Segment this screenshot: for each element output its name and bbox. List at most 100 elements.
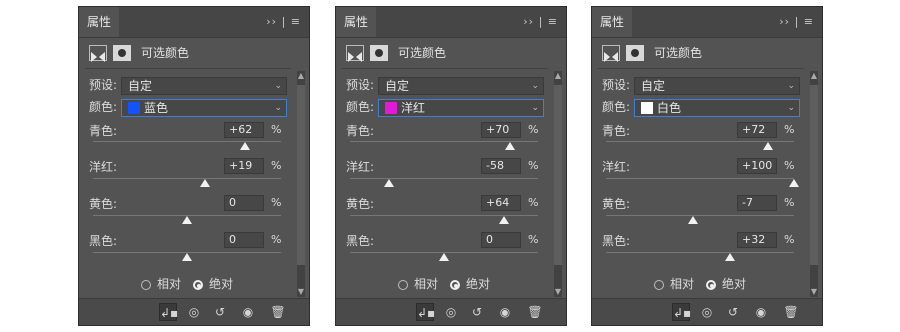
scrollbar[interactable]: ▲ ▼ bbox=[554, 71, 562, 297]
delete-trash-icon[interactable]: 🗑 bbox=[526, 303, 544, 321]
magenta-slider-thumb[interactable] bbox=[199, 179, 210, 187]
panel-menu-controls[interactable]: ›› | ≡ bbox=[523, 7, 558, 37]
black-input[interactable]: 0 bbox=[224, 232, 264, 248]
reset-icon[interactable]: ↺ bbox=[724, 303, 742, 321]
preset-value: 自定 bbox=[641, 79, 666, 93]
colors-select[interactable]: 洋红 ⌄ bbox=[378, 99, 544, 117]
preset-label: 预设: bbox=[346, 78, 375, 92]
percent-sign: % bbox=[784, 159, 795, 172]
preset-select[interactable]: 自定 ⌄ bbox=[634, 77, 800, 95]
scroll-down-icon[interactable]: ▼ bbox=[297, 287, 305, 297]
radio-absolute-label: 绝对 bbox=[466, 277, 491, 291]
scroll-thumb[interactable] bbox=[297, 85, 305, 265]
colors-select[interactable]: 蓝色 ⌄ bbox=[121, 99, 287, 117]
magenta-input[interactable]: -58 bbox=[481, 158, 521, 174]
preset-value: 自定 bbox=[128, 79, 153, 93]
black-slider-thumb[interactable] bbox=[725, 253, 736, 261]
scrollbar[interactable]: ▲ ▼ bbox=[297, 71, 305, 297]
radio-absolute-dot[interactable] bbox=[193, 280, 203, 290]
cyan-slider-thumb[interactable] bbox=[240, 142, 251, 150]
magenta-input[interactable]: +100 bbox=[737, 158, 777, 174]
preset-select[interactable]: 自定 ⌄ bbox=[378, 77, 544, 95]
yellow-input[interactable]: 0 bbox=[224, 195, 264, 211]
panel-menu-controls[interactable]: ›› | ≡ bbox=[779, 7, 814, 37]
radio-absolute-dot[interactable] bbox=[706, 280, 716, 290]
preset-select[interactable]: 自定 ⌄ bbox=[121, 77, 287, 95]
delete-trash-icon[interactable]: 🗑 bbox=[269, 303, 287, 321]
adjustment-layer-icon[interactable] bbox=[89, 45, 107, 62]
radio-relative[interactable]: 相对 bbox=[141, 277, 181, 291]
radio-relative-dot[interactable] bbox=[141, 280, 151, 290]
view-previous-icon[interactable]: ◎ bbox=[442, 303, 460, 321]
reset-icon[interactable]: ↺ bbox=[211, 303, 229, 321]
visibility-eye-icon[interactable]: ◉ bbox=[752, 303, 770, 321]
black-input[interactable]: 0 bbox=[481, 232, 521, 248]
radio-absolute-dot[interactable] bbox=[450, 280, 460, 290]
cyan-slider-thumb[interactable] bbox=[504, 142, 515, 150]
properties-panel-1: 属性 ›› | ≡ 可选颜色 ▲ ▼ 预设: 自定 ⌄ 颜色: 蓝色 ⌄ 青色:… bbox=[78, 6, 310, 326]
chevron-down-icon: ⌄ bbox=[531, 81, 539, 91]
clip-to-layer-icon[interactable]: ↲▪ bbox=[159, 303, 178, 321]
black-slider-thumb[interactable] bbox=[182, 253, 192, 261]
radio-absolute[interactable]: 绝对 bbox=[706, 277, 746, 291]
colors-select[interactable]: 白色 ⌄ bbox=[634, 99, 800, 117]
yellow-slider-thumb[interactable] bbox=[499, 216, 510, 224]
radio-relative-dot[interactable] bbox=[654, 280, 664, 290]
view-previous-icon[interactable]: ◎ bbox=[698, 303, 716, 321]
layer-mask-icon[interactable] bbox=[370, 45, 388, 61]
black-slider-track[interactable] bbox=[606, 252, 794, 253]
yellow-slider-track[interactable] bbox=[606, 215, 794, 216]
delete-trash-icon[interactable]: 🗑 bbox=[782, 303, 800, 321]
cyan-slider-track[interactable] bbox=[93, 141, 281, 142]
cyan-slider-thumb[interactable] bbox=[762, 142, 773, 150]
radio-relative[interactable]: 相对 bbox=[654, 277, 694, 291]
chevron-down-icon: ⌄ bbox=[274, 103, 282, 113]
radio-absolute[interactable]: 绝对 bbox=[450, 277, 490, 291]
scroll-up-icon[interactable]: ▲ bbox=[554, 71, 562, 81]
visibility-eye-icon[interactable]: ◉ bbox=[496, 303, 514, 321]
magenta-label: 洋红: bbox=[346, 160, 375, 174]
cyan-input[interactable]: +70 bbox=[481, 122, 521, 138]
panel-footer: ↲▪ ◎ ↺ ◉ 🗑 bbox=[336, 298, 566, 325]
adjustment-layer-icon[interactable] bbox=[602, 45, 620, 62]
scroll-thumb[interactable] bbox=[810, 85, 818, 265]
adjustment-layer-icon[interactable] bbox=[346, 45, 364, 62]
scroll-thumb[interactable] bbox=[554, 85, 562, 265]
yellow-input[interactable]: +64 bbox=[481, 195, 521, 211]
clip-to-layer-icon[interactable]: ↲▪ bbox=[416, 303, 435, 321]
scroll-up-icon[interactable]: ▲ bbox=[810, 71, 818, 81]
scrollbar[interactable]: ▲ ▼ bbox=[810, 71, 818, 297]
magenta-slider-track[interactable] bbox=[606, 178, 794, 179]
yellow-slider-thumb[interactable] bbox=[182, 216, 192, 224]
magenta-slider-thumb[interactable] bbox=[384, 179, 395, 187]
cyan-input[interactable]: +62 bbox=[224, 122, 264, 138]
layer-mask-icon[interactable] bbox=[113, 45, 131, 61]
magenta-slider-thumb[interactable] bbox=[789, 179, 799, 187]
yellow-input[interactable]: -7 bbox=[737, 195, 777, 211]
tab-properties[interactable]: 属性 bbox=[79, 7, 119, 37]
scroll-down-icon[interactable]: ▼ bbox=[810, 287, 818, 297]
visibility-eye-icon[interactable]: ◉ bbox=[239, 303, 257, 321]
black-input[interactable]: +32 bbox=[737, 232, 777, 248]
view-previous-icon[interactable]: ◎ bbox=[185, 303, 203, 321]
scroll-down-icon[interactable]: ▼ bbox=[554, 287, 562, 297]
clip-to-layer-icon[interactable]: ↲▪ bbox=[672, 303, 691, 321]
yellow-slider-track[interactable] bbox=[350, 215, 538, 216]
layer-mask-icon[interactable] bbox=[626, 45, 644, 61]
magenta-slider-track[interactable] bbox=[350, 178, 538, 179]
reset-icon[interactable]: ↺ bbox=[468, 303, 486, 321]
black-slider-thumb[interactable] bbox=[439, 253, 449, 261]
divider bbox=[342, 68, 548, 69]
color-label: 颜色: bbox=[346, 100, 375, 114]
tab-properties[interactable]: 属性 bbox=[592, 7, 632, 37]
magenta-slider-track[interactable] bbox=[93, 178, 281, 179]
radio-relative[interactable]: 相对 bbox=[398, 277, 438, 291]
scroll-up-icon[interactable]: ▲ bbox=[297, 71, 305, 81]
radio-absolute[interactable]: 绝对 bbox=[193, 277, 233, 291]
panel-menu-controls[interactable]: ›› | ≡ bbox=[266, 7, 301, 37]
radio-relative-dot[interactable] bbox=[398, 280, 408, 290]
tab-properties[interactable]: 属性 bbox=[336, 7, 376, 37]
cyan-input[interactable]: +72 bbox=[737, 122, 777, 138]
magenta-input[interactable]: +19 bbox=[224, 158, 264, 174]
yellow-slider-thumb[interactable] bbox=[688, 216, 699, 224]
